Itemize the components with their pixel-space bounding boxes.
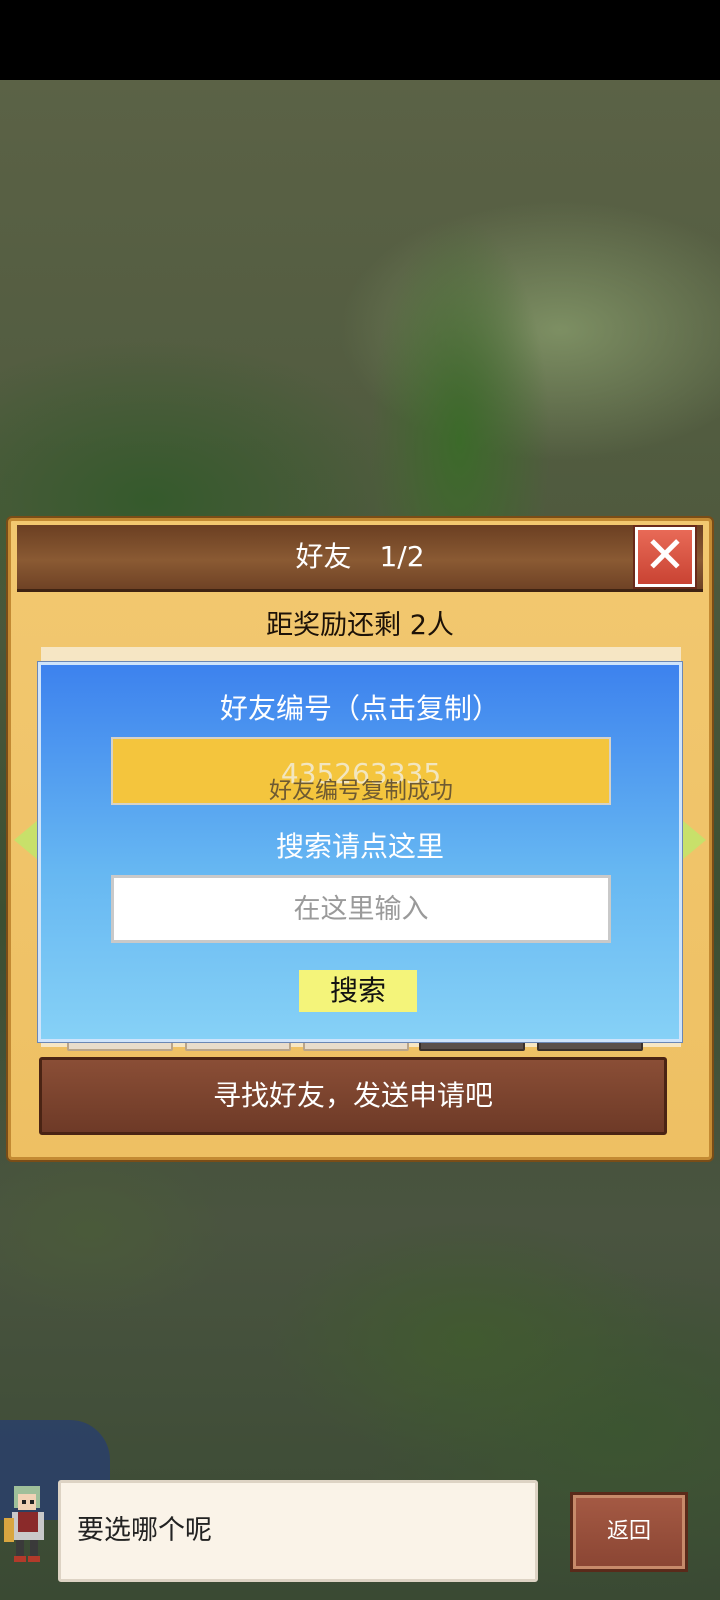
friend-id-label: 好友编号（点击复制） — [219, 692, 500, 725]
close-button[interactable]: ✕ — [635, 527, 695, 587]
friend-id-copy-box[interactable]: 435263335 好友编号复制成功 — [111, 737, 611, 805]
speech-bubble: 要选哪个呢 — [58, 1480, 538, 1582]
status-bar — [0, 0, 720, 80]
close-icon: ✕ — [644, 526, 686, 584]
search-button[interactable]: 搜索 — [299, 970, 417, 1012]
find-friends-button[interactable]: 寻找好友，发送申请吧 — [39, 1057, 667, 1135]
search-input[interactable] — [111, 875, 611, 943]
reward-remaining-text: 距奖励还剩 2人 — [266, 610, 454, 641]
next-page-arrow-icon[interactable] — [682, 820, 706, 860]
copy-success-toast: 好友编号复制成功 — [269, 778, 453, 804]
search-hint-label: 搜索请点这里 — [275, 830, 444, 863]
friend-id-popup: 好友编号（点击复制） 435263335 好友编号复制成功 搜索请点这里 搜索 — [38, 662, 682, 1042]
character-avatar — [4, 1486, 44, 1562]
dialog-header: 好友 1/2 ✕ — [17, 525, 703, 592]
dialog-title: 好友 1/2 — [295, 540, 425, 573]
prev-page-arrow-icon[interactable] — [14, 820, 38, 860]
speech-text: 要选哪个呢 — [77, 1515, 212, 1546]
back-button[interactable]: 返回 — [570, 1492, 688, 1572]
